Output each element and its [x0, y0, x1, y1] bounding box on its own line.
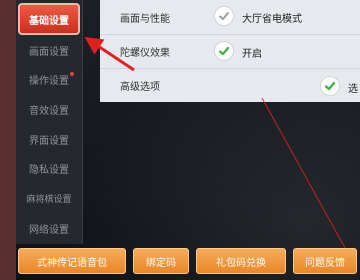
settings-sidebar: 基础设置 画面设置 操作设置 音效设置 界面设置 隐私设置 麻将棋设置 网络设置: [16, 0, 83, 244]
check-icon: [324, 81, 336, 91]
settings-row-gyro: 陀螺仪效果 开启: [100, 34, 360, 69]
sidebar-item-label: 画面设置: [29, 46, 69, 58]
gyro-enable-checkbox[interactable]: [214, 41, 234, 61]
voice-pack-button[interactable]: 式神传记语音包: [18, 248, 126, 274]
sidebar-item-label: 网络设置: [29, 224, 69, 236]
button-label: 问题反馈: [305, 257, 345, 269]
sidebar-item-label: 音效设置: [29, 105, 69, 117]
sidebar-item-network[interactable]: 网络设置: [20, 215, 78, 241]
sidebar-item-label: 操作设置: [29, 75, 69, 87]
settings-panel: 画面与性能 大厅省电模式 陀螺仪效果 开启 高级选项 选: [100, 0, 360, 102]
sidebar-item-graphics[interactable]: 画面设置: [20, 37, 78, 63]
sidebar-item-basic[interactable]: 基础设置: [18, 3, 80, 35]
check-icon: [219, 12, 229, 20]
sidebar-item-label: 麻将棋设置: [26, 194, 72, 205]
sidebar-item-mahjong[interactable]: 麻将棋设置: [20, 185, 78, 211]
button-label: 式神传记语音包: [37, 257, 107, 269]
sidebar-item-sound[interactable]: 音效设置: [20, 96, 78, 122]
bind-code-button[interactable]: 绑定码: [133, 248, 189, 274]
sidebar-item-label: 隐私设置: [29, 164, 69, 176]
sidebar-item-label: 界面设置: [29, 135, 69, 147]
row-label: 高级选项: [120, 82, 160, 93]
option-label: 选: [348, 84, 358, 95]
feedback-button[interactable]: 问题反馈: [293, 248, 357, 274]
advanced-option-checkbox[interactable]: [320, 76, 340, 96]
notification-dot: [70, 72, 74, 76]
gift-code-button[interactable]: 礼包码兑换: [196, 248, 286, 274]
check-icon: [218, 46, 230, 56]
row-label: 画面与性能: [120, 14, 170, 25]
settings-row-graphics: 画面与性能 大厅省电模式: [100, 0, 360, 35]
sidebar-item-interface[interactable]: 界面设置: [20, 126, 78, 152]
power-saving-checkbox[interactable]: [214, 6, 234, 26]
settings-row-advanced: 高级选项 选: [100, 68, 360, 102]
button-label: 绑定码: [146, 257, 176, 269]
row-label: 陀螺仪效果: [120, 48, 170, 59]
sidebar-item-controls[interactable]: 操作设置: [20, 66, 78, 92]
sidebar-item-label: 基础设置: [29, 15, 69, 27]
option-label: 开启: [242, 49, 262, 60]
button-label: 礼包码兑换: [216, 257, 266, 269]
option-label: 大厅省电模式: [242, 14, 302, 25]
sidebar-item-privacy[interactable]: 隐私设置: [20, 155, 78, 181]
left-edge-decoration: [0, 0, 16, 280]
